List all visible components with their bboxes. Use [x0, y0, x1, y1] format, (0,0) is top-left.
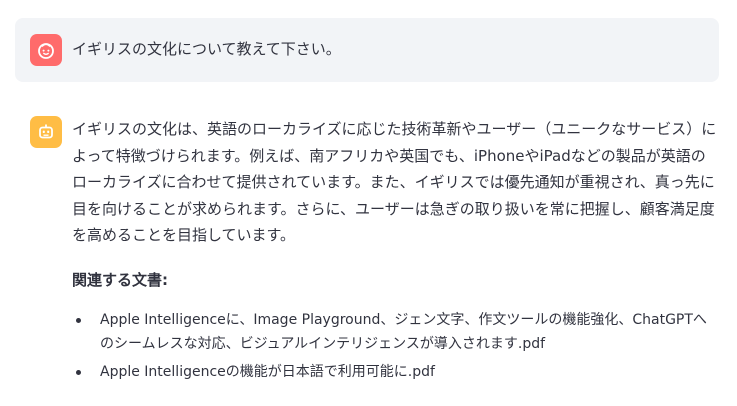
list-item: Apple Intelligenceの機能が日本語で利用可能に.pdf — [72, 360, 718, 384]
bullet-icon — [76, 317, 81, 323]
assistant-avatar — [30, 116, 62, 148]
related-documents-heading: 関連する文書: — [72, 270, 168, 289]
related-documents-list: Apple Intelligenceに、Image Playground、ジェン… — [72, 308, 718, 384]
user-message-text: イギリスの文化について教えて下さい。 — [72, 40, 341, 58]
robot-icon — [39, 124, 53, 139]
chat-container: イギリスの文化について教えて下さい。 イギリスの文化は、英語のローカライズに応じ… — [0, 0, 737, 406]
assistant-answer-text: イギリスの文化は、英語のローカライズに応じた技術革新やユーザー（ユニークなサービ… — [72, 120, 717, 244]
user-face-icon — [38, 43, 54, 59]
bullet-icon — [76, 369, 81, 375]
document-name: Apple Intelligenceの機能が日本語で利用可能に.pdf — [100, 363, 435, 380]
document-name: Apple Intelligenceに、Image Playground、ジェン… — [100, 311, 707, 352]
assistant-message: イギリスの文化は、英語のローカライズに応じた技術革新やユーザー（ユニークなサービ… — [72, 116, 718, 388]
list-item: Apple Intelligenceに、Image Playground、ジェン… — [72, 308, 718, 356]
user-avatar — [30, 34, 62, 66]
